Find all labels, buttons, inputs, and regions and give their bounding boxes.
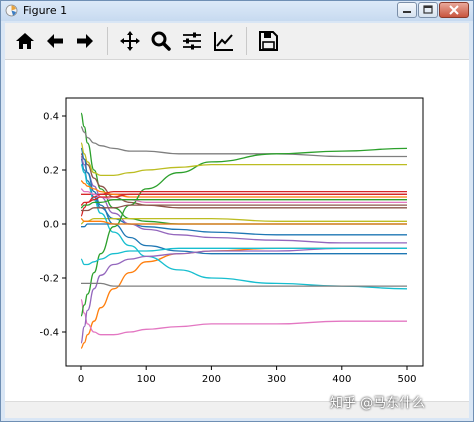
home-button[interactable]	[13, 29, 37, 53]
axes-frame	[65, 97, 424, 367]
maximize-icon	[423, 5, 433, 14]
y-tick-label: 0.2	[43, 166, 59, 177]
series-line	[80, 147, 408, 317]
forward-button[interactable]	[73, 29, 97, 53]
x-tick-label: 100	[137, 374, 156, 385]
x-tick-label: 400	[332, 374, 351, 385]
edit-axis-button[interactable]	[212, 29, 236, 53]
close-icon	[449, 5, 459, 15]
zoom-button[interactable]	[149, 29, 173, 53]
maximize-button[interactable]	[418, 2, 438, 18]
series-line	[80, 142, 407, 177]
figure-canvas[interactable]: 0 100 200 300 400 500 -0.4 -0.2 0.0 0.2 0.4	[5, 60, 469, 401]
save-button[interactable]	[256, 29, 280, 53]
subplots-button[interactable]	[180, 29, 204, 53]
series-line	[80, 199, 407, 209]
minimize-button[interactable]	[397, 2, 417, 18]
y-tick-label: 0.4	[43, 112, 59, 123]
subplots-sliders-icon	[183, 32, 201, 50]
window-title: Figure 1	[23, 4, 68, 17]
series-line	[80, 126, 407, 158]
series-line	[80, 190, 407, 217]
x-tick-label: 300	[267, 374, 286, 385]
forward-arrow-icon	[77, 34, 93, 48]
close-button[interactable]	[439, 2, 469, 18]
x-tick-label: 500	[397, 374, 416, 385]
save-floppy-icon	[259, 31, 278, 51]
toolbar-separator	[107, 27, 108, 55]
series-line	[80, 247, 407, 344]
x-tick-label: 200	[202, 374, 221, 385]
back-button[interactable]	[43, 29, 67, 53]
series-line	[80, 247, 407, 349]
pan-move-icon	[120, 31, 140, 51]
back-arrow-icon	[47, 34, 63, 48]
series-line	[80, 163, 408, 290]
series-line	[80, 282, 407, 287]
home-icon	[16, 33, 34, 49]
edit-axis-chart-icon	[214, 32, 233, 51]
x-tick-label: 0	[78, 374, 84, 385]
y-tick-label: -0.2	[39, 274, 59, 285]
watermark-text: 知乎 @马东什么	[330, 396, 426, 411]
title-bar[interactable]: Figure 1	[1, 1, 473, 21]
figure-window: Figure 1 0 100 200 300 400 500 -0.4 -0.2…	[0, 0, 474, 422]
y-tick-label: -0.4	[39, 328, 59, 339]
series-line	[80, 298, 407, 336]
pan-button[interactable]	[118, 29, 142, 53]
navigation-toolbar	[5, 23, 469, 60]
zoom-magnifier-icon	[151, 31, 171, 51]
matplotlib-app-icon	[5, 4, 18, 17]
series-line	[80, 188, 407, 204]
y-tick-label: 0.0	[43, 220, 59, 231]
line-chart: 0 100 200 300 400 500 -0.4 -0.2 0.0 0.2 0.4	[39, 97, 424, 385]
toolbar-separator	[246, 27, 247, 55]
series-line	[80, 217, 407, 225]
minimize-icon	[403, 11, 411, 13]
